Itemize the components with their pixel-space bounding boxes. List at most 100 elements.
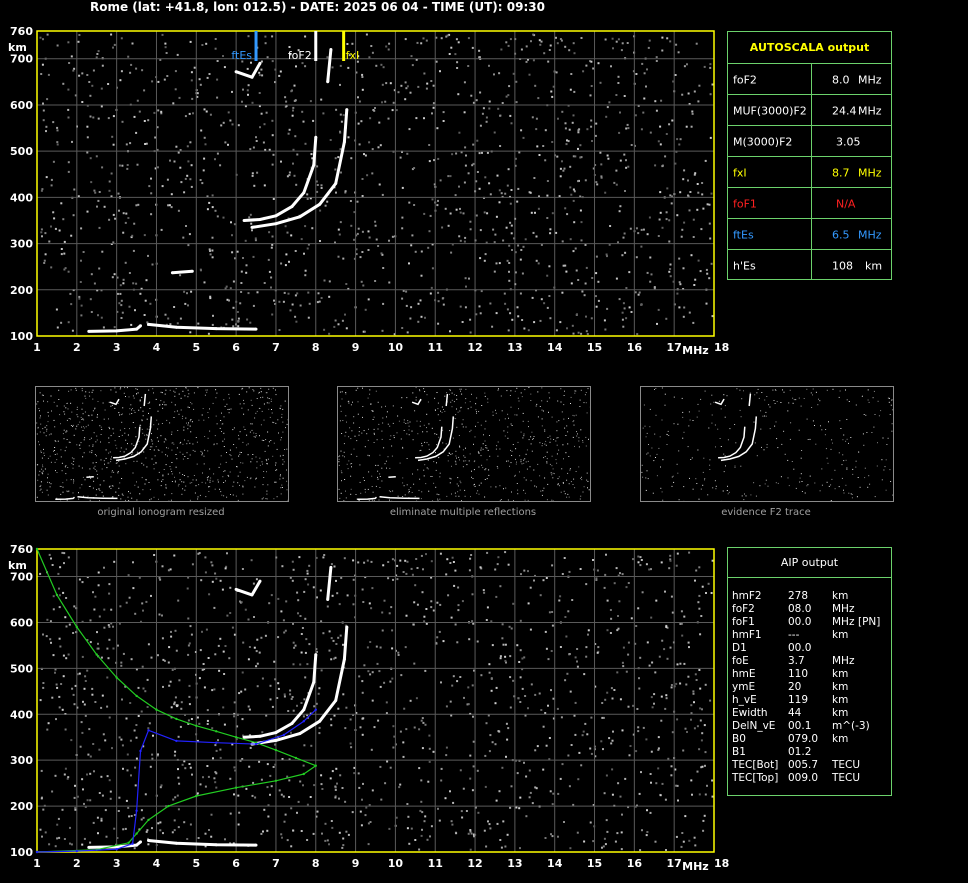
noise-dot — [223, 673, 226, 675]
noise-dot — [457, 609, 460, 612]
x-tick-label: 18 — [714, 857, 729, 870]
noise-dot — [119, 79, 122, 82]
noise-dot — [546, 194, 549, 197]
noise-dot — [545, 744, 548, 747]
noise-dot — [505, 722, 508, 725]
thumb-noise-dot — [44, 426, 46, 428]
noise-dot — [381, 193, 384, 196]
thumb-noise-dot — [92, 487, 94, 489]
noise-dot — [280, 160, 282, 163]
thumb-noise-dot — [282, 459, 284, 461]
thumb-noise-dot — [389, 467, 391, 469]
noise-dot — [401, 216, 404, 219]
thumb-noise-dot — [128, 500, 130, 501]
thumb-noise-dot — [867, 399, 869, 401]
noise-dot — [628, 306, 631, 309]
noise-dot — [252, 304, 255, 307]
thumb-noise-dot — [221, 423, 223, 425]
noise-dot — [381, 329, 384, 332]
noise-dot — [661, 639, 664, 642]
noise-dot — [621, 729, 624, 732]
noise-dot — [44, 253, 47, 256]
noise-dot — [521, 319, 524, 321]
thumb-noise-dot — [513, 500, 514, 501]
thumb-noise-dot — [478, 411, 480, 412]
thumb-noise-dot — [390, 491, 392, 493]
noise-dot — [256, 171, 259, 174]
thumb-noise-dot — [165, 486, 167, 488]
noise-dot — [159, 786, 162, 789]
thumb-noise-dot — [876, 465, 878, 467]
thumb-noise-dot — [514, 390, 516, 392]
thumb-noise-dot — [339, 455, 341, 457]
noise-dot — [252, 255, 255, 258]
noise-dot — [229, 777, 232, 780]
thumb-noise-dot — [139, 399, 141, 401]
thumb-noise-dot — [125, 499, 126, 501]
noise-dot — [289, 576, 292, 579]
noise-dot — [223, 723, 226, 726]
thumb-noise-dot — [169, 389, 171, 391]
thumb-noise-dot — [240, 452, 242, 453]
thumb-noise-dot — [367, 454, 369, 456]
thumb-noise-dot — [645, 489, 647, 491]
thumb-noise-dot — [509, 395, 511, 396]
noise-dot — [708, 277, 711, 280]
thumb-noise-dot — [49, 455, 51, 457]
noise-dot — [177, 826, 180, 829]
thumbnail-multiple-reflections[interactable] — [337, 386, 591, 502]
thumb-noise-dot — [345, 431, 347, 433]
noise-dot — [389, 766, 392, 769]
noise-dot — [556, 42, 559, 45]
data-point — [274, 222, 278, 226]
autoscala-row: M(3000)F2 3.05 — [728, 125, 891, 157]
thumb-noise-dot — [75, 387, 77, 389]
thumbnail-original[interactable] — [35, 386, 289, 502]
thumb-noise-dot — [109, 428, 111, 430]
thumb-noise-dot — [362, 416, 363, 418]
x-tick-label: 2 — [73, 341, 81, 354]
noise-dot — [135, 757, 138, 760]
noise-dot — [668, 240, 671, 243]
thumb-noise-dot — [843, 460, 845, 462]
thumb-noise-dot — [852, 468, 854, 470]
thumb-noise-dot — [141, 462, 143, 464]
thumb-noise-dot — [357, 413, 359, 415]
thumb-noise-dot — [440, 410, 441, 412]
thumb-noise-dot — [485, 445, 487, 446]
noise-dot — [40, 797, 43, 800]
noise-dot — [362, 284, 365, 287]
thumb-noise-dot — [355, 494, 357, 495]
thumb-noise-dot — [129, 408, 131, 410]
noise-dot — [129, 142, 132, 145]
thumb-noise-dot — [403, 485, 405, 487]
thumb-noise-dot — [474, 460, 476, 462]
noise-dot — [357, 227, 360, 230]
noise-dot — [247, 292, 250, 295]
noise-dot — [462, 787, 465, 790]
thumb-noise-dot — [185, 387, 187, 389]
noise-dot — [350, 157, 353, 160]
thumb-noise-dot — [156, 437, 158, 439]
thumb-noise-dot — [65, 465, 67, 467]
thumb-noise-dot — [581, 476, 582, 478]
thumb-noise-dot — [186, 422, 187, 424]
thumb-noise-dot — [548, 411, 549, 413]
thumb-noise-dot — [226, 452, 227, 453]
thumb-noise-dot — [504, 435, 506, 437]
noise-dot — [306, 803, 309, 806]
thumb-noise-dot — [381, 480, 383, 482]
thumb-noise-dot — [476, 492, 478, 494]
noise-dot — [437, 300, 440, 303]
noise-dot — [89, 799, 92, 802]
thumb-noise-dot — [811, 407, 813, 408]
thumbnail-f2-trace[interactable] — [640, 386, 894, 502]
thumb-noise-dot — [182, 390, 184, 392]
thumb-noise-dot — [100, 459, 102, 461]
thumb-noise-dot — [109, 451, 111, 453]
thumb-noise-dot — [523, 462, 525, 464]
noise-dot — [145, 600, 148, 603]
thumb-noise-dot — [406, 458, 408, 459]
thumb-noise-dot — [81, 408, 83, 410]
noise-dot — [224, 838, 226, 841]
